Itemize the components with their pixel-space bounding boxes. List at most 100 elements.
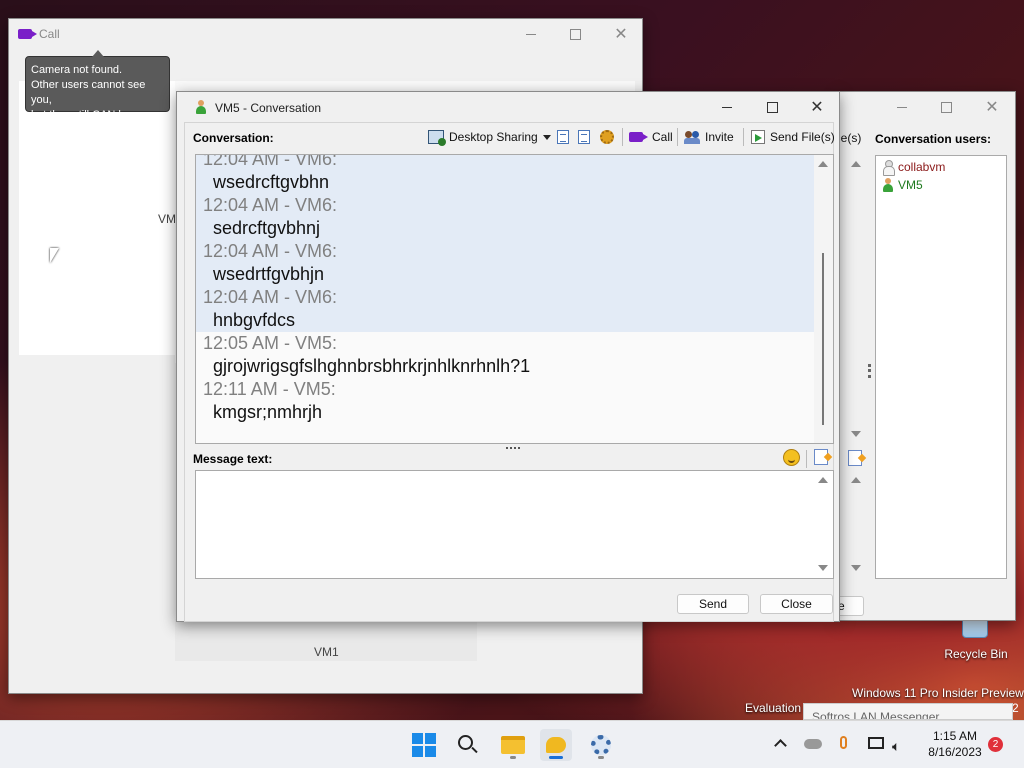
desktop-sharing-icon [428,130,446,146]
clock[interactable]: 1:15 AM 8/16/2023 [920,729,990,759]
user-offline-icon [882,160,895,176]
message-scrollbar[interactable] [814,471,833,578]
message-timestamp: 12:04 AM - VM6: [196,240,816,263]
recycle-bin[interactable]: Recycle Bin [940,616,1012,664]
video-call-icon [629,132,648,142]
back-maximize-button[interactable] [926,94,966,120]
message-timestamp: 12:04 AM - VM6: [196,155,816,171]
call-maximize-button[interactable] [555,21,595,47]
running-indicator [510,756,516,759]
taskbar: 🔈︎ 1:15 AM 8/16/2023 2 [0,720,1024,768]
history-icon[interactable] [557,130,569,144]
close-button-label: Close [781,597,812,611]
watermark-partial: 2 [1012,701,1019,715]
user-online-icon [882,178,894,192]
conversation-label: Conversation: [193,131,274,145]
notification-badge[interactable]: 2 [988,737,1003,752]
cloud-offline-icon[interactable] [804,739,822,749]
search-button[interactable] [452,729,484,761]
scroll-down-icon [851,431,861,437]
toolbar-separator [743,128,744,146]
back-input-scrollbar[interactable] [846,471,865,578]
resize-grip-icon[interactable] [868,364,871,378]
chat-history[interactable]: 12:04 AM - VM6: wsedrcftgvbhn 12:04 AM - V… [195,154,834,444]
back-close-button[interactable]: ✕ [972,94,1012,120]
invite-button[interactable]: Invite [684,127,734,147]
folder-icon [501,736,525,754]
send-files-label: Send File(s) [770,130,835,144]
settings-gear-icon[interactable] [600,130,614,144]
emoji-icon[interactable] [783,449,800,466]
notification-count: 2 [992,739,999,750]
call-minimize-button[interactable] [511,21,551,47]
watermark-line1: Windows 11 Pro Insider Preview [852,686,1024,700]
user-item-collabvm[interactable]: collabvm [882,160,946,176]
dropdown-arrow-icon [542,134,551,140]
desktop-sharing-label: Desktop Sharing [449,130,538,144]
back-conversation-window: ✕ le(s) Conversation users: collabvm VM5… [838,91,1016,621]
microphone-icon[interactable] [840,736,847,749]
format-text-icon[interactable] [814,449,828,465]
send-file-icon [751,130,765,144]
scroll-thumb[interactable] [822,253,824,425]
conversation-maximize-button[interactable] [752,94,792,120]
message-text: gjrojwrigsgfslhghnbrsbhrkrjnhlknrhnlh?1 [213,356,531,376]
user-name: collabvm [898,160,946,174]
chat-messages: 12:04 AM - VM6: wsedrcftgvbhn 12:04 AM - V… [196,155,816,424]
recycle-bin-label: Recycle Bin [944,647,1008,661]
user-item-vm5[interactable]: VM5 [882,178,923,192]
invite-label: Invite [705,130,734,144]
tooltip-line-3: but they still CAN hear you. [31,109,141,136]
tooltip-pointer [92,50,104,57]
user-info-icon[interactable] [578,130,590,144]
call-titlebar: Call ✕ [9,19,642,49]
message-timestamp: 12:04 AM - VM6: [196,194,816,217]
back-note-icon[interactable] [848,450,862,466]
camera-tooltip: Camera not found. Other users cannot see… [25,56,170,136]
message-timestamp: 12:05 AM - VM5: [203,333,338,353]
toolbar-separator [677,128,678,146]
call-close-button[interactable]: ✕ [601,21,641,47]
send-files-button[interactable]: Send File(s) [751,127,835,147]
conversation-title: VM5 - Conversation [215,101,322,115]
clock-time: 1:15 AM [932,729,978,743]
message-input[interactable] [195,470,834,579]
conversation-close-button[interactable]: ✕ [797,94,837,120]
conversation-minimize-button[interactable] [707,94,747,120]
scroll-down-icon [818,565,828,571]
camera-icon [18,29,37,39]
message-text: wsedrtfgvbhjn [196,263,816,286]
clock-date: 8/16/2023 [928,745,982,759]
back-minimize-button[interactable] [882,94,922,120]
message-text: sedrcftgvbhnj [196,217,816,240]
message-text: wsedrcftgvbhn [196,171,816,194]
send-button-label: Send [698,597,728,611]
invite-users-icon [684,130,700,144]
splitter-handle[interactable] [506,447,520,450]
vm1-label: VM1 [314,645,339,659]
scroll-up-icon [851,161,861,167]
call-label: Call [652,130,673,144]
back-files-partial: le(s) [838,131,862,145]
running-indicator [598,756,604,759]
volume-icon[interactable]: 🔈︎ [892,738,900,755]
send-button[interactable]: Send [677,594,749,614]
scroll-down-icon [851,565,861,571]
settings-taskbar-button[interactable] [585,729,617,761]
windows-logo-icon [412,733,436,757]
chat-scrollbar[interactable] [814,155,833,443]
chevron-up-icon[interactable] [774,739,787,752]
close-button[interactable]: Close [760,594,833,614]
start-button[interactable] [408,729,440,761]
network-icon[interactable] [868,737,884,749]
desktop-sharing-button[interactable]: Desktop Sharing [428,127,551,147]
scroll-up-icon [851,477,861,483]
back-close-partial-button[interactable]: e [838,596,864,616]
call-button[interactable]: Call [629,127,673,147]
conversation-user-icon [195,100,207,114]
file-explorer-button[interactable] [497,729,529,761]
back-chat-scrollbar[interactable] [846,155,865,444]
tooltip-line-2: Other users cannot see you, [31,79,146,106]
search-icon [458,735,478,755]
messenger-taskbar-button[interactable] [540,729,572,761]
